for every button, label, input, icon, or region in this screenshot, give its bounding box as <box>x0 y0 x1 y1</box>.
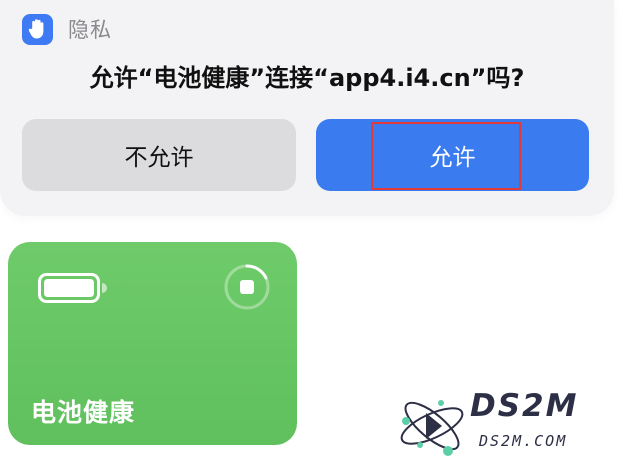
privacy-hand-icon <box>22 13 53 45</box>
sheet-header-label: 隐私 <box>68 18 112 42</box>
screen: 隐私 允许“电池健康”连接“app4.i4.cn”吗? 不允许 允许 电池健康 <box>0 0 623 463</box>
allow-button[interactable]: 允许 <box>316 119 589 191</box>
permission-message: 允许“电池健康”连接“app4.i4.cn”吗? <box>89 64 525 92</box>
permission-sheet: 隐私 允许“电池健康”连接“app4.i4.cn”吗? 不允许 允许 <box>0 0 614 216</box>
watermark-logo-icon <box>396 391 468 463</box>
watermark-brand: DS2M <box>470 388 579 424</box>
deny-button[interactable]: 不允许 <box>22 119 296 191</box>
watermark-domain: DS2M.COM <box>479 432 568 450</box>
stop-shortcut-control[interactable] <box>222 262 272 316</box>
sheet-header: 隐私 <box>22 13 112 45</box>
battery-icon <box>38 273 110 307</box>
shortcut-title: 电池健康 <box>31 398 136 427</box>
stop-icon <box>224 264 270 310</box>
